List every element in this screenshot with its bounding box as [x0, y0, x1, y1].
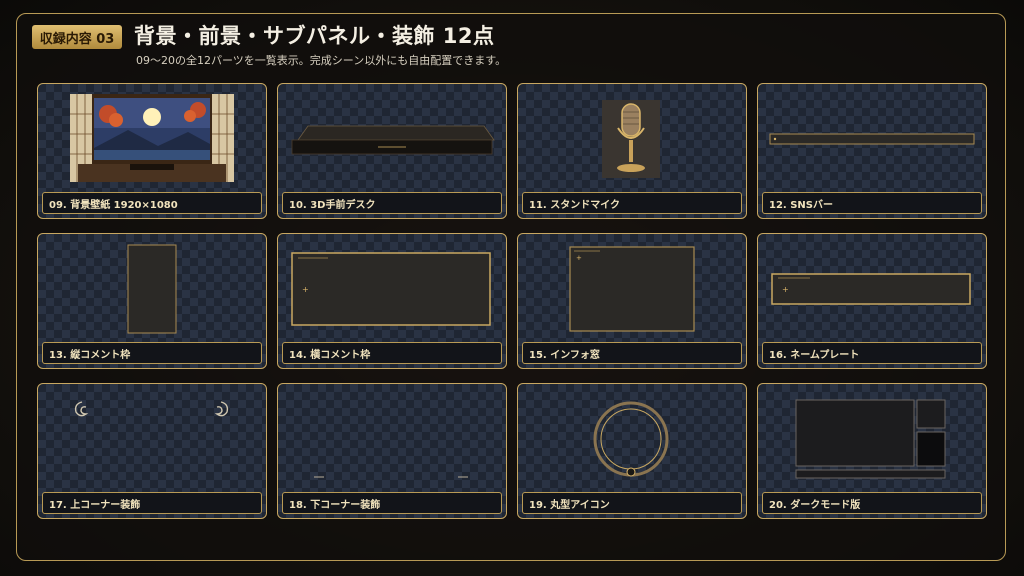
japanese-room-moon-icon: [70, 94, 234, 182]
part-card-12[interactable]: 12. SNSバー: [757, 83, 987, 219]
bottom-corner-ornament-icon: [314, 476, 468, 478]
card-label: 15. インフォ窓: [522, 342, 742, 364]
part-card-15[interactable]: + 15. インフォ窓: [517, 233, 747, 369]
sns-bar-icon: [769, 133, 975, 145]
card-label: 14. 横コメント枠: [282, 342, 502, 364]
card-label: 12. SNSバー: [762, 192, 982, 214]
desk-icon: [291, 125, 495, 155]
horizontal-frame-icon: +: [291, 252, 491, 326]
card-label: 09. 背景壁紙 1920×1080: [42, 192, 262, 214]
section-badge: 収録内容 03: [32, 25, 122, 49]
part-card-10[interactable]: 10. 3D手前デスク: [277, 83, 507, 219]
parts-grid: 09. 背景壁紙 1920×1080 10. 3D手前デスク 11. スタンドマ…: [37, 83, 987, 519]
part-card-11[interactable]: 11. スタンドマイク: [517, 83, 747, 219]
part-card-13[interactable]: 13. 縦コメント枠: [37, 233, 267, 369]
card-label: 16. ネームプレート: [762, 342, 982, 364]
part-card-19[interactable]: 19. 丸型アイコン: [517, 383, 747, 519]
top-corner-ornament-icon: [74, 401, 229, 417]
card-label: 17. 上コーナー装飾: [42, 492, 262, 514]
card-label: 18. 下コーナー装飾: [282, 492, 502, 514]
svg-text:+: +: [576, 254, 582, 262]
part-card-09[interactable]: 09. 背景壁紙 1920×1080: [37, 83, 267, 219]
microphone-icon: [602, 100, 660, 178]
card-label: 10. 3D手前デスク: [282, 192, 502, 214]
part-card-20[interactable]: 20. ダークモード版: [757, 383, 987, 519]
nameplate-icon: +: [771, 273, 971, 305]
card-label: 13. 縦コメント枠: [42, 342, 262, 364]
svg-text:+: +: [782, 285, 789, 294]
page-title: 背景・前景・サブパネル・装飾 12点: [134, 24, 495, 48]
card-label: 19. 丸型アイコン: [522, 492, 742, 514]
svg-text:+: +: [302, 285, 309, 294]
card-label: 11. スタンドマイク: [522, 192, 742, 214]
part-card-17[interactable]: 17. 上コーナー装飾: [37, 383, 267, 519]
info-window-icon: +: [569, 246, 695, 332]
page-subtitle: 09〜20の全12パーツを一覧表示。完成シーン以外にも自由配置できます。: [136, 54, 507, 67]
dark-mode-layout-icon: [795, 399, 946, 479]
round-icon-frame-icon: [593, 401, 669, 477]
part-card-14[interactable]: + 14. 横コメント枠: [277, 233, 507, 369]
part-card-18[interactable]: 18. 下コーナー装飾: [277, 383, 507, 519]
vertical-frame-icon: [127, 244, 177, 334]
part-card-16[interactable]: + 16. ネームプレート: [757, 233, 987, 369]
card-label: 20. ダークモード版: [762, 492, 982, 514]
